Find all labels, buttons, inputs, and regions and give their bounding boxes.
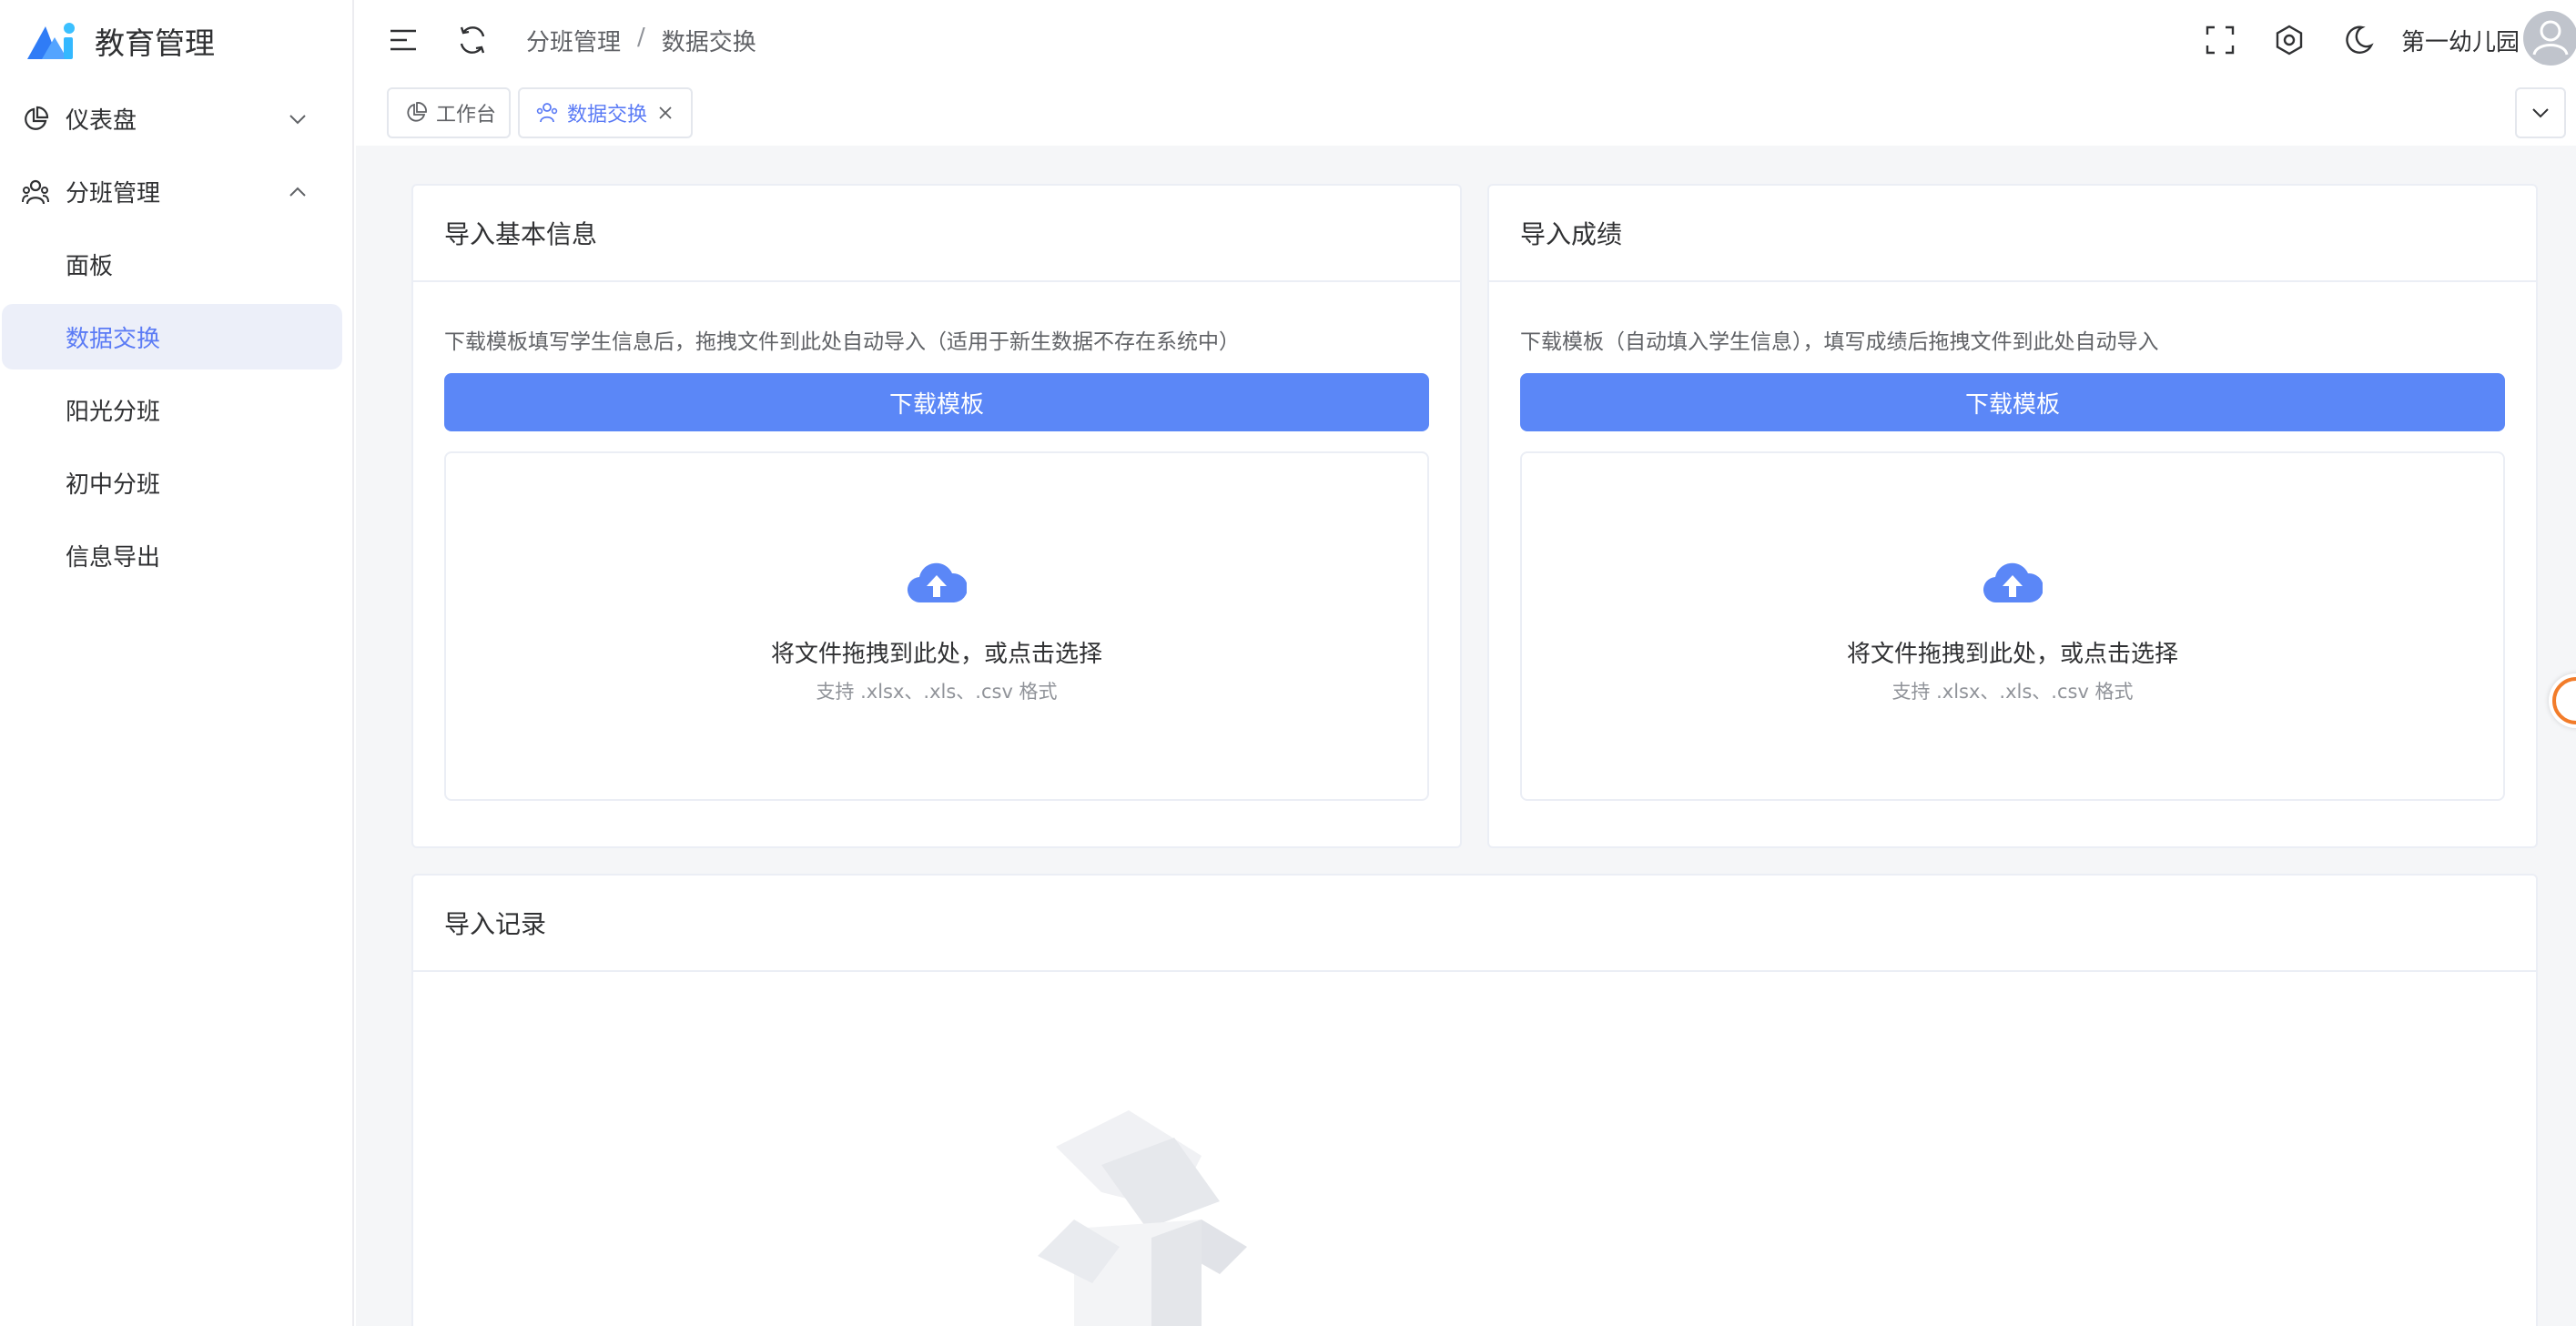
pie-chart-icon [407,102,427,122]
empty-box-icon [1038,1110,1247,1326]
tab-data-exchange[interactable]: 数据交换 [518,87,693,138]
avatar[interactable] [2523,11,2576,66]
sidebar-item-info-export[interactable]: 信息导出 [0,522,354,588]
download-template-button[interactable]: 下载模板 [1520,373,2505,431]
sidebar-item-class-management[interactable]: 分班管理 [0,158,354,224]
sidebar-item-label: 数据交换 [66,325,161,353]
card-title: 导入成绩 [1489,186,2536,282]
breadcrumb-item-data-exchange: 数据交换 [661,29,756,56]
import-basic-info-card: 导入基本信息 下载模板填写学生信息后，拖拽文件到此处自动导入（适用于新生数据不存… [411,184,1462,848]
dropzone-hint-text: 支持 .xlsx、.xls、.csv 格式 [1891,681,2134,703]
sidebar-item-label: 面板 [66,252,114,280]
sidebar-item-sunshine-grouping[interactable]: 阳光分班 [0,377,354,442]
sidebar-item-label: 初中分班 [66,471,161,499]
settings-hexagon-icon[interactable] [2273,24,2306,56]
user-avatar-icon [2532,20,2569,56]
breadcrumb: 分班管理 / 数据交换 [526,24,756,57]
submenu-class-management: 面板 数据交换 阳光分班 初中分班 信息导出 [0,231,354,588]
file-dropzone[interactable]: 将文件拖拽到此处，或点击选择 支持 .xlsx、.xls、.csv 格式 [1520,451,2505,801]
top-header: 分班管理 / 数据交换 第一幼儿园 [356,0,2576,82]
import-scores-card: 导入成绩 下载模板（自动填入学生信息），填写成绩后拖拽文件到此处自动导入 下载模… [1487,184,2538,848]
breadcrumb-item-class-management[interactable]: 分班管理 [526,24,621,57]
sidebar-item-label: 信息导出 [66,543,161,572]
sidebar: 教育管理 仪表盘 分班管理 面板 数据交换 阳光分班 初中分班 信息导出 [0,0,354,1326]
tab-label: 工作台 [436,104,497,127]
import-records-card: 导入记录 [411,874,2538,1326]
sidebar-item-dashboard[interactable]: 仪表盘 [0,86,354,151]
users-icon [536,103,558,123]
brand-title: 教育管理 [95,25,215,61]
card-description: 下载模板填写学生信息后，拖拽文件到此处自动导入（适用于新生数据不存在系统中） [444,330,1240,354]
mountain-logo-icon [27,23,75,59]
sidebar-item-middle-school-grouping[interactable]: 初中分班 [0,450,354,515]
breadcrumb-separator: / [637,24,645,51]
dropzone-main-text: 将文件拖拽到此处，或点击选择 [1846,641,2178,668]
card-title: 导入记录 [413,876,2536,972]
chevron-down-icon [289,115,306,125]
sidebar-item-label: 仪表盘 [66,106,137,135]
sidebar-menu: 仪表盘 分班管理 面板 数据交换 阳光分班 初中分班 信息导出 [0,86,354,595]
dark-mode-moon-icon[interactable] [2342,24,2375,56]
user-name[interactable]: 第一幼儿园 [2401,24,2520,57]
cloud-upload-icon [1983,562,2043,603]
fullscreen-icon[interactable] [2204,24,2236,56]
close-icon[interactable] [658,106,673,120]
floating-helper-badge[interactable] [2549,673,2576,728]
cloud-upload-icon [907,562,967,603]
app-root: 教育管理 仪表盘 分班管理 面板 数据交换 阳光分班 初中分班 信息导出 分班管… [0,0,2576,1326]
sidebar-item-label: 阳光分班 [66,398,161,426]
dropzone-hint-text: 支持 .xlsx、.xls、.csv 格式 [816,681,1058,703]
sidebar-item-data-exchange[interactable]: 数据交换 [2,304,342,369]
tab-workbench[interactable]: 工作台 [387,87,511,138]
dropzone-main-text: 将文件拖拽到此处，或点击选择 [770,641,1102,668]
tabs-more-button[interactable] [2515,87,2566,138]
download-template-button[interactable]: 下载模板 [444,373,1429,431]
tab-label: 数据交换 [567,104,648,127]
refresh-icon[interactable] [456,24,489,56]
pie-chart-icon [25,106,49,130]
card-description: 下载模板（自动填入学生信息），填写成绩后拖拽文件到此处自动导入 [1520,330,2159,354]
card-title: 导入基本信息 [413,186,1460,282]
users-icon [22,179,49,205]
menu-fold-icon[interactable] [387,24,420,56]
brand[interactable]: 教育管理 [25,16,215,66]
chevron-down-icon [2532,108,2549,118]
sidebar-item-panel[interactable]: 面板 [0,231,354,297]
helper-badge-icon [2552,677,2576,724]
file-dropzone[interactable]: 将文件拖拽到此处，或点击选择 支持 .xlsx、.xls、.csv 格式 [444,451,1429,801]
tabs-bar: 工作台 数据交换 [356,87,2576,142]
chevron-up-icon [289,187,306,197]
main-content: 导入基本信息 下载模板填写学生信息后，拖拽文件到此处自动导入（适用于新生数据不存… [356,146,2576,1326]
sidebar-item-label: 分班管理 [66,179,161,208]
